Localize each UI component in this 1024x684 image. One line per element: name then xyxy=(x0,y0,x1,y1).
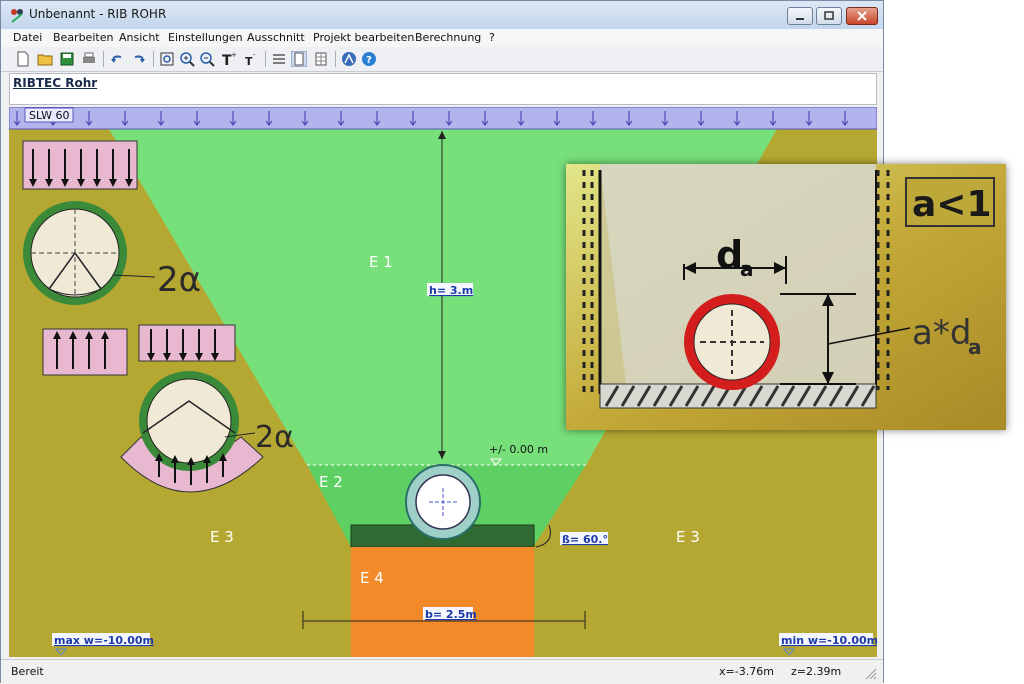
alpha-label-1: 2α xyxy=(157,260,201,300)
level-label: +/- 0.00 m xyxy=(489,443,548,456)
font-smaller-icon[interactable]: T- xyxy=(243,51,259,67)
max-w-label[interactable]: max w=-10.00m xyxy=(54,634,154,647)
toolbar-separator xyxy=(103,51,104,67)
inset-diameter-sub: a xyxy=(740,257,754,281)
menu-ausschnitt[interactable]: Ausschnitt xyxy=(247,31,305,44)
pipe[interactable] xyxy=(405,464,481,540)
document-header: RIBTEC Rohr xyxy=(9,73,877,105)
load-label: SLW 60 xyxy=(29,109,69,122)
angle-label[interactable]: ß= 60.° xyxy=(562,533,608,546)
status-z-coordinate: z=2.39m xyxy=(791,665,842,678)
toolbar: T + T- ? xyxy=(1,47,883,72)
menu-ansicht[interactable]: Ansicht xyxy=(119,31,160,44)
menu-projekt-bearbeiten[interactable]: Projekt bearbeiten xyxy=(313,31,414,44)
zoom-in-icon[interactable] xyxy=(179,51,195,67)
rib-logo-icon[interactable] xyxy=(341,51,357,67)
menu-bearbeiten[interactable]: Bearbeiten xyxy=(53,31,113,44)
resize-grip-icon[interactable] xyxy=(863,666,877,680)
zone-e2-label: E 2 xyxy=(319,473,343,491)
svg-text:T: T xyxy=(245,55,253,67)
open-folder-icon[interactable] xyxy=(37,51,53,67)
table-view-icon[interactable] xyxy=(313,51,329,67)
toolbar-separator xyxy=(265,51,266,67)
menu-berechnung[interactable]: Berechnung xyxy=(415,31,481,44)
status-text: Bereit xyxy=(11,665,44,678)
page-view-icon[interactable] xyxy=(291,51,307,67)
width-label[interactable]: b= 2.5m xyxy=(425,608,477,621)
menu-datei[interactable]: Datei xyxy=(13,31,42,44)
status-x-coordinate: x=-3.76m xyxy=(719,665,774,678)
load-band[interactable] xyxy=(9,107,877,130)
zone-e4[interactable] xyxy=(351,547,534,657)
svg-text:?: ? xyxy=(366,55,372,66)
brand-label: RIBTEC Rohr xyxy=(13,76,98,90)
minimize-button[interactable] xyxy=(787,7,813,25)
maximize-icon xyxy=(824,11,834,20)
inset-height-sub: a xyxy=(968,335,982,359)
title-bar[interactable]: Unbenannt - RIB ROHR xyxy=(1,1,883,29)
zone-e3-left-label: E 3 xyxy=(210,528,234,546)
menu-bar: Datei Bearbeiten Ansicht Einstellungen A… xyxy=(1,29,883,47)
menu-help[interactable]: ? xyxy=(489,31,495,44)
svg-text:-: - xyxy=(253,51,256,59)
min-w-label[interactable]: min w=-10.00m xyxy=(781,634,877,647)
print-icon[interactable] xyxy=(81,51,97,67)
redo-icon[interactable] xyxy=(131,51,147,67)
height-label[interactable]: h= 3.m xyxy=(429,284,473,297)
detail-inset: a<1 d a a*d a xyxy=(566,164,1006,430)
close-icon xyxy=(857,11,867,21)
help-icon[interactable]: ? xyxy=(361,51,377,67)
svg-text:+: + xyxy=(231,51,237,59)
alpha-label-2: 2α xyxy=(255,420,294,455)
toolbar-separator xyxy=(153,51,154,67)
window-title: Unbenannt - RIB ROHR xyxy=(29,7,167,21)
save-icon[interactable] xyxy=(59,51,75,67)
zone-e4-label: E 4 xyxy=(360,569,384,587)
list-view-icon[interactable] xyxy=(271,51,287,67)
ratio-label: a<1 xyxy=(912,184,992,225)
zoom-fit-icon[interactable] xyxy=(159,51,175,67)
toolbar-separator xyxy=(335,51,336,67)
app-icon xyxy=(11,9,23,23)
minimize-icon xyxy=(796,18,804,20)
zone-e1-label: E 1 xyxy=(369,253,393,271)
zone-e3-right-label: E 3 xyxy=(676,528,700,546)
zoom-out-icon[interactable] xyxy=(199,51,215,67)
inset-height-label: a*d xyxy=(912,313,971,353)
menu-einstellungen[interactable]: Einstellungen xyxy=(168,31,243,44)
close-button[interactable] xyxy=(846,7,878,25)
font-larger-icon[interactable]: T + xyxy=(221,51,237,67)
status-bar: Bereit x=-3.76m z=2.39m xyxy=(1,659,883,684)
undo-icon[interactable] xyxy=(109,51,125,67)
new-file-icon[interactable] xyxy=(15,51,31,67)
maximize-button[interactable] xyxy=(816,7,842,25)
